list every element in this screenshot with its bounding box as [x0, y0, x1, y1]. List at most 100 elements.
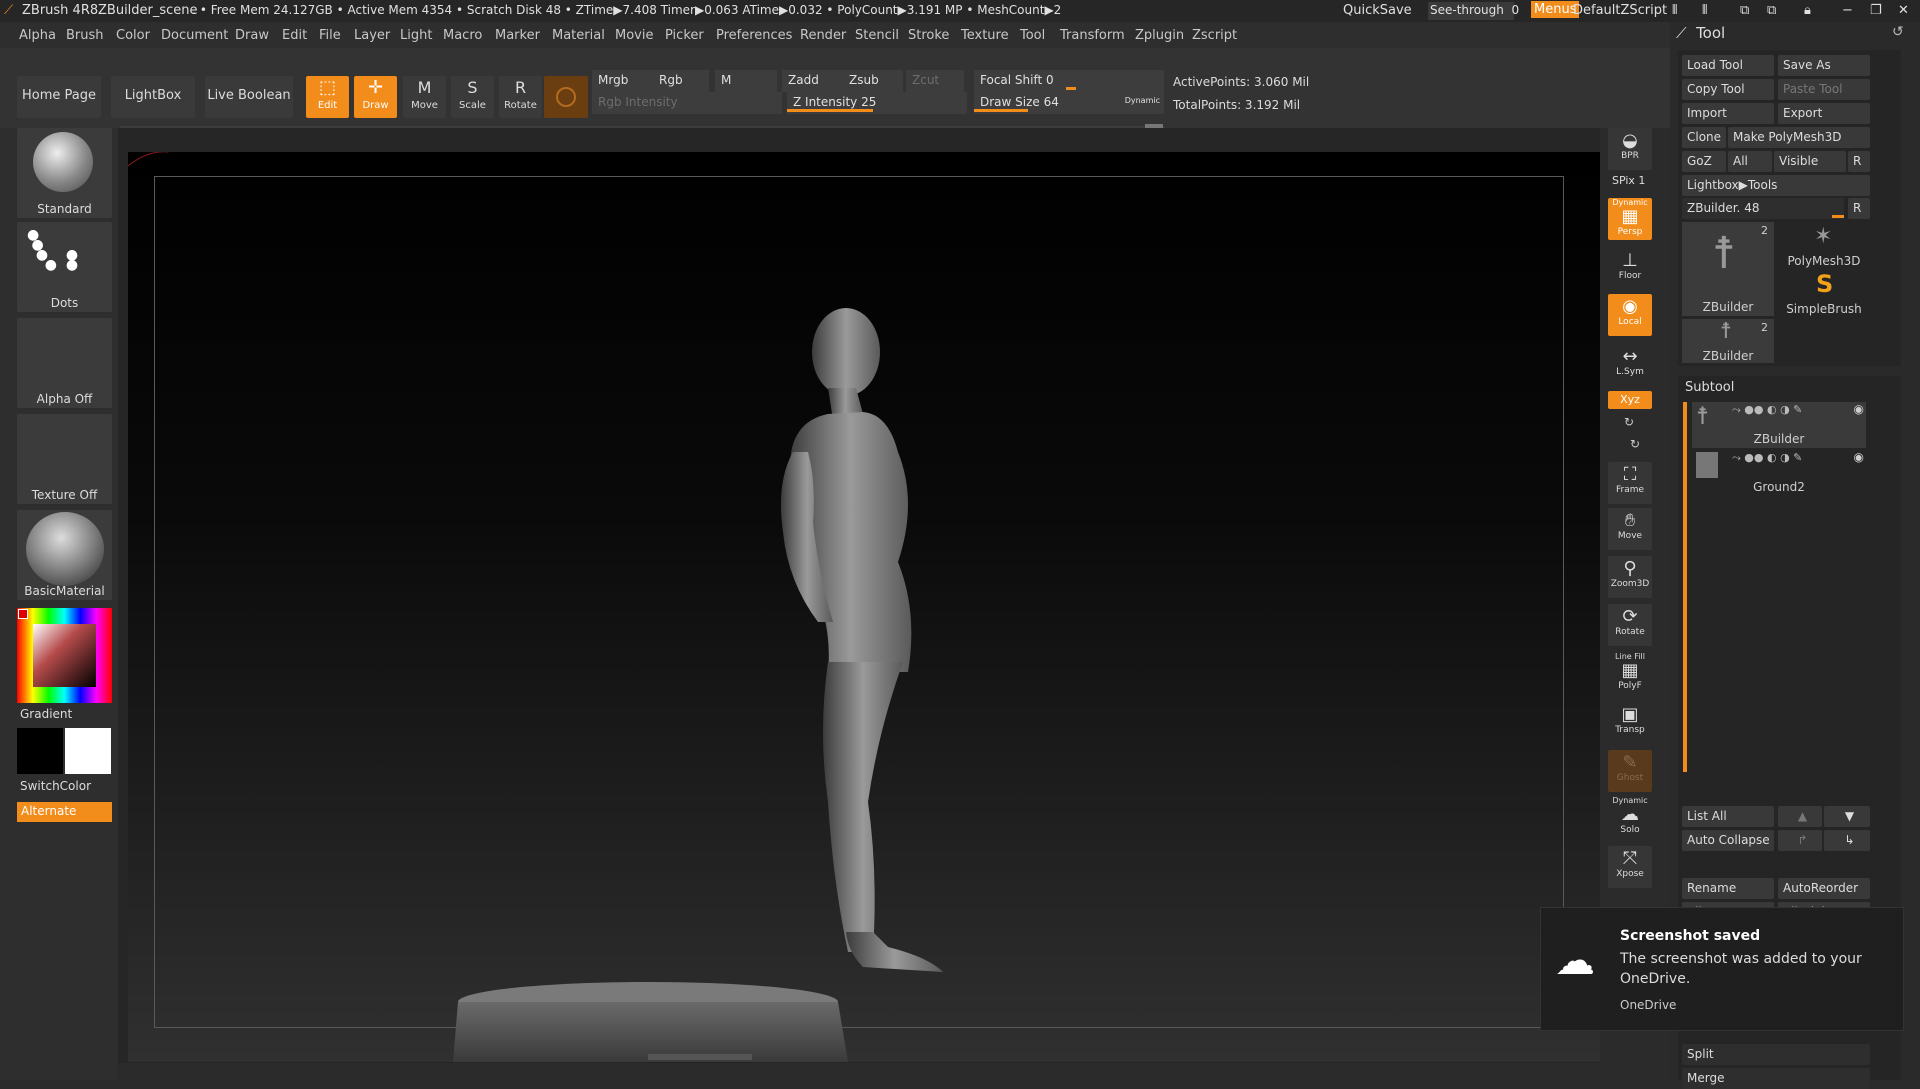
save-as-button[interactable]: Save As — [1778, 55, 1870, 76]
menu-stencil[interactable]: Stencil — [855, 28, 899, 43]
menu-file[interactable]: File — [319, 28, 341, 43]
goz-r-button[interactable]: R — [1848, 151, 1870, 172]
draw-button[interactable]: ✛ Draw — [354, 76, 397, 118]
rgb-toggle[interactable]: Rgb — [653, 70, 709, 92]
transp-button[interactable]: ▣ Transp — [1608, 702, 1652, 744]
color-square[interactable] — [33, 624, 96, 687]
xyz-button[interactable]: Xyz — [1608, 391, 1652, 409]
menu-render[interactable]: Render — [800, 28, 846, 43]
subtool-scrollbar[interactable] — [1683, 402, 1687, 772]
arrow-down-icon[interactable]: ↳ — [1824, 830, 1870, 851]
list-all-button[interactable]: List All — [1682, 806, 1774, 827]
swap-icon[interactable]: ⧉ — [1767, 3, 1776, 18]
stroke-selector[interactable]: ● ● ● ● ● ● Dots — [17, 222, 112, 312]
rotate-y-icon[interactable]: ↻ — [1624, 415, 1634, 429]
document-canvas[interactable] — [128, 152, 1601, 1062]
goz-all-button[interactable]: All — [1728, 151, 1772, 172]
texture-selector[interactable]: Texture Off — [17, 414, 112, 504]
minimize-icon[interactable]: − — [1842, 3, 1853, 18]
copy-tool-button[interactable]: Copy Tool — [1682, 79, 1774, 100]
menu-document[interactable]: Document — [161, 28, 228, 43]
tool-thumb-zbuilder[interactable]: ☨ 2 ZBuilder — [1682, 222, 1774, 316]
zoom3d-button[interactable]: ⚲ Zoom3D — [1608, 556, 1652, 598]
primary-color-swatch[interactable] — [17, 728, 63, 774]
material-swatch-button[interactable] — [544, 76, 588, 118]
quicksave-button[interactable]: QuickSave — [1343, 3, 1412, 18]
zcut-toggle[interactable]: Zcut — [906, 70, 964, 92]
move-button[interactable]: M Move — [403, 76, 446, 118]
zadd-toggle[interactable]: Zadd — [782, 70, 844, 92]
menu-material[interactable]: Material — [552, 28, 605, 43]
rename-button[interactable]: Rename — [1682, 878, 1774, 899]
material-selector[interactable]: BasicMaterial — [17, 510, 112, 600]
edit-button[interactable]: ⬚ Edit — [306, 76, 349, 118]
tool-slider[interactable]: ZBuilder. 48 — [1682, 198, 1844, 219]
lightbox-tools-button[interactable]: Lightbox▶Tools — [1682, 175, 1870, 196]
bottom-scroll-handle[interactable] — [648, 1054, 752, 1060]
menu-stroke[interactable]: Stroke — [908, 28, 949, 43]
solo-button[interactable]: Dynamic ☁︎ Solo — [1608, 796, 1652, 838]
polyf-button[interactable]: Line Fill ▦ PolyF — [1608, 652, 1652, 694]
menu-alpha[interactable]: Alpha — [19, 28, 56, 43]
menu-preferences[interactable]: Preferences — [716, 28, 792, 43]
paste-tool-button[interactable]: Paste Tool — [1778, 79, 1870, 100]
import-button[interactable]: Import — [1682, 103, 1774, 124]
menu-picker[interactable]: Picker — [665, 28, 704, 43]
maximize-icon[interactable]: ❐ — [1870, 3, 1882, 18]
sculpt-scene[interactable] — [128, 152, 1601, 1062]
switchcolor-button[interactable]: SwitchColor — [20, 779, 91, 793]
spix-slider[interactable]: SPix 1 — [1612, 174, 1645, 187]
layout-icon[interactable]: ⫴ — [1672, 3, 1677, 18]
make-polymesh-button[interactable]: Make PolyMesh3D — [1728, 127, 1870, 148]
window-layout-icon[interactable]: ⧉ — [1740, 3, 1749, 18]
seethrough-slider[interactable]: See-through 0 — [1428, 2, 1519, 20]
lock-icon[interactable]: 🔒︎ — [1804, 3, 1811, 18]
subtool-item-ground[interactable]: ⤳ ●● ◐ ◑ ✎ ◉ Ground2 — [1692, 450, 1866, 496]
lsym-button[interactable]: ↔ L.Sym — [1608, 344, 1652, 386]
menu-marker[interactable]: Marker — [495, 28, 540, 43]
focal-shift-slider[interactable]: Focal Shift 0 — [974, 70, 1164, 92]
frame-button[interactable]: ⛶ Frame — [1608, 462, 1652, 504]
autoreorder-button[interactable]: AutoReorder — [1778, 878, 1870, 899]
menu-light[interactable]: Light — [400, 28, 432, 43]
rotate-z-icon[interactable]: ↻ — [1630, 437, 1640, 451]
eye2-icon[interactable]: ◉ — [1854, 450, 1864, 464]
menu-zscript[interactable]: Zscript — [1192, 28, 1237, 43]
live-boolean-button[interactable]: Live Boolean — [205, 76, 293, 118]
rotate-view-button[interactable]: ⟳ Rotate — [1608, 604, 1652, 646]
tool-thumb-zbuilder-2[interactable]: ☨ 2 ZBuilder — [1682, 319, 1774, 363]
rgb-intensity-slider[interactable]: Rgb Intensity — [592, 92, 782, 114]
xpose-button[interactable]: ⤧ Xpose — [1608, 846, 1652, 888]
menu-movie[interactable]: Movie — [615, 28, 653, 43]
menu-macro[interactable]: Macro — [443, 28, 482, 43]
persp-button[interactable]: Dynamic ▦ Persp — [1608, 198, 1652, 240]
export-button[interactable]: Export — [1778, 103, 1870, 124]
brush-selector[interactable]: Standard — [17, 128, 112, 218]
arrow-up-icon[interactable]: ↱ — [1778, 830, 1822, 851]
menu-tool[interactable]: Tool — [1020, 28, 1045, 43]
default-script-button[interactable]: DefaultZScript — [1573, 3, 1667, 18]
z-intensity-slider[interactable]: Z Intensity 25 — [787, 92, 967, 114]
menu-draw[interactable]: Draw — [235, 28, 269, 43]
move-up-icon[interactable]: ▲ — [1778, 806, 1822, 827]
clone-button[interactable]: Clone — [1682, 127, 1726, 148]
draw-size-slider[interactable]: Draw Size 64 Dynamic — [974, 92, 1164, 114]
color-picker[interactable] — [17, 608, 112, 703]
subtool2-toggles-icon[interactable]: ⤳ ●● ◐ ◑ ✎ — [1732, 451, 1802, 465]
menu-transform[interactable]: Transform — [1060, 28, 1125, 43]
merge-button[interactable]: Merge — [1682, 1068, 1870, 1089]
panel-reset-icon[interactable]: ↺ — [1892, 24, 1904, 40]
subtool-toggles-icon[interactable]: ⤳ ●● ◐ ◑ ✎ — [1732, 403, 1802, 417]
move-view-button[interactable]: ✋︎ Move — [1608, 508, 1652, 550]
alpha-selector[interactable]: Alpha Off — [17, 318, 112, 408]
onedrive-toast[interactable]: ☁︎ Screenshot saved The screenshot was a… — [1540, 907, 1904, 1031]
menu-color[interactable]: Color — [116, 28, 150, 43]
menu-texture[interactable]: Texture — [961, 28, 1009, 43]
scale-button[interactable]: S Scale — [451, 76, 494, 118]
load-tool-button[interactable]: Load Tool — [1682, 55, 1774, 76]
menu-layer[interactable]: Layer — [354, 28, 390, 43]
move-down-icon[interactable]: ▼ — [1824, 806, 1870, 827]
tool-thumb-polymesh[interactable]: ✶ PolyMesh3D — [1778, 222, 1870, 268]
layout2-icon[interactable]: ⫴ — [1702, 3, 1707, 18]
bpr-button[interactable]: ◒ BPR — [1608, 128, 1652, 170]
